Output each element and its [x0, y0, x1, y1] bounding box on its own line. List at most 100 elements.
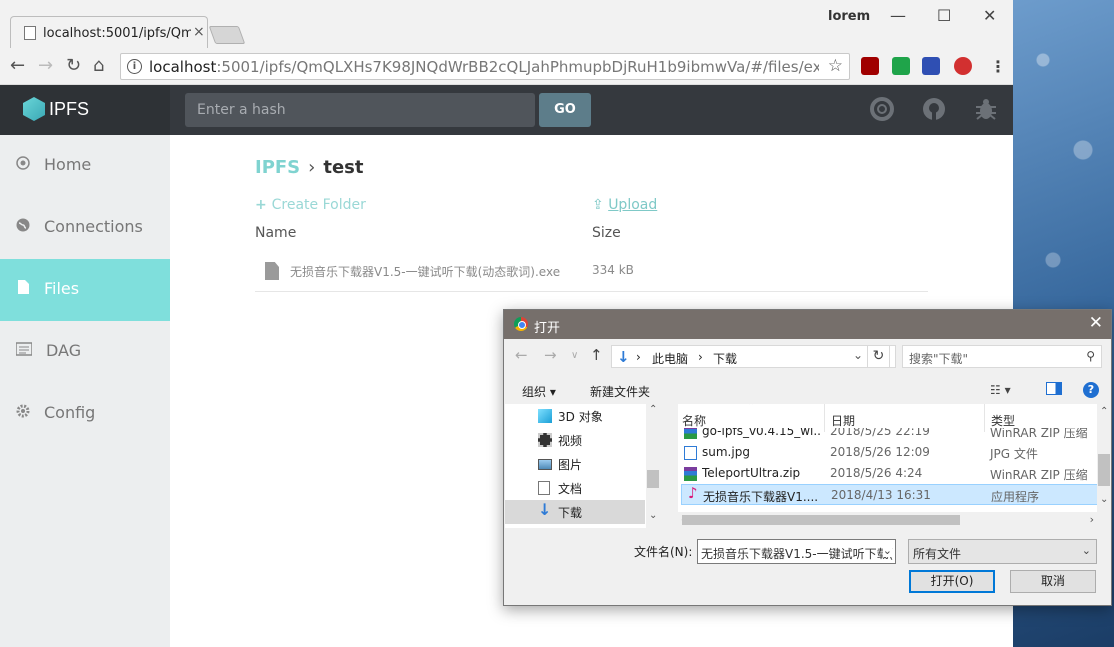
browser-tab[interactable]: localhost:5001/ipfs/Qm × — [10, 16, 208, 48]
scroll-right-icon[interactable]: › — [1090, 513, 1094, 526]
minimize-button[interactable]: — — [890, 6, 906, 25]
table-row[interactable]: 无损音乐下载器V1.5-一键试听下载(动态歌词).exe 334 kB — [255, 250, 928, 292]
chevron-down-icon[interactable]: ⌄ — [853, 348, 863, 362]
breadcrumb-root[interactable]: IPFS — [255, 157, 300, 178]
ipfs-logo[interactable]: IPFS — [0, 85, 170, 135]
preview-pane-icon[interactable] — [1046, 382, 1062, 395]
reload-button[interactable]: ↻ — [66, 55, 81, 76]
file-list-scrollbar[interactable]: ⌃ ⌄ — [1097, 404, 1111, 512]
list-item[interactable]: go-ipfs_v0.4.15_wi... 2018/5/25 22:19 Wi… — [678, 428, 1097, 442]
column-header-name[interactable]: 名称 — [682, 412, 706, 429]
view-menu-button[interactable]: ☷ ▾ — [990, 383, 1011, 397]
bookmark-star-icon[interactable]: ☆ — [828, 56, 843, 76]
forward-button[interactable]: → — [544, 346, 557, 364]
back-button[interactable]: ← — [515, 346, 528, 364]
hash-input[interactable]: Enter a hash — [185, 93, 535, 127]
ipfs-cube-icon — [23, 97, 45, 121]
sidebar-item-dag[interactable]: DAG — [0, 321, 170, 383]
sidebar-item-label: DAG — [46, 341, 82, 360]
globe-icon — [16, 218, 30, 232]
create-folder-button[interactable]: + Create Folder — [255, 197, 366, 213]
eye-icon[interactable] — [954, 57, 972, 75]
filename-input[interactable]: 无损音乐下载器V1.5-一键试听下载( ⌄ — [697, 539, 896, 564]
path-separator: › — [636, 350, 641, 364]
tree-item-3d[interactable]: 3D 对象 — [505, 404, 645, 428]
profile-name[interactable]: lorem — [828, 9, 870, 24]
filetype-select[interactable]: 所有文件 ⌄ — [908, 539, 1097, 564]
support-icon[interactable] — [870, 97, 894, 121]
close-window-button[interactable]: ✕ — [983, 6, 996, 25]
tab-close-icon[interactable]: × — [193, 24, 205, 40]
sidebar-item-home[interactable]: Home — [0, 135, 170, 197]
tree-item-documents[interactable]: 文档 — [505, 476, 645, 500]
scroll-up-icon[interactable]: ⌃ — [1100, 406, 1108, 417]
cancel-button[interactable]: 取消 — [1010, 570, 1096, 593]
back-button[interactable]: ← — [10, 55, 25, 76]
address-bar[interactable]: i localhost:5001/ipfs/QmQLXHs7K98JNQdWrB… — [120, 53, 850, 80]
url-host: localhost — [149, 58, 217, 76]
up-button[interactable]: ↑ — [590, 346, 603, 364]
scrollbar-thumb[interactable] — [647, 470, 659, 488]
browser-titlebar: localhost:5001/ipfs/Qm × lorem — ☐ ✕ — [0, 0, 1013, 48]
tree-item-label: 文档 — [558, 482, 583, 496]
column-header-type[interactable]: 类型 — [991, 412, 1015, 429]
open-button[interactable]: 打开(O) — [909, 570, 995, 593]
file-size: 334 kB — [592, 263, 634, 277]
breadcrumb-separator: › — [308, 157, 316, 178]
sidebar-item-files[interactable]: Files — [0, 259, 170, 321]
home-button[interactable]: ⌂ — [93, 55, 104, 76]
file-date: 2018/4/13 16:31 — [831, 488, 931, 502]
scroll-down-icon[interactable]: ⌄ — [1100, 494, 1108, 505]
github-icon[interactable] — [922, 97, 946, 121]
path-bar[interactable]: ↓ › 此电脑 › 下载 ⌄ — [611, 345, 896, 368]
tree-item-videos[interactable]: 视频 — [505, 428, 645, 452]
document-icon — [538, 481, 550, 495]
path-segment[interactable]: 此电脑 — [652, 350, 688, 367]
tree-item-downloads[interactable]: ↓ 下载 — [505, 500, 645, 524]
navigation-tree: 3D 对象 视频 图片 文档 ↓ 下载 ⌃ ⌄ — [505, 404, 660, 528]
horizontal-scrollbar[interactable]: ‹ › — [678, 512, 1097, 528]
new-folder-button[interactable]: 新建文件夹 — [590, 383, 650, 400]
shield-icon[interactable] — [892, 57, 910, 75]
filetype-value: 所有文件 — [913, 547, 962, 561]
chevron-down-icon[interactable]: ⌄ — [882, 544, 892, 557]
tree-item-pictures[interactable]: 图片 — [505, 452, 645, 476]
scrollbar-thumb[interactable] — [682, 515, 960, 525]
scroll-down-icon[interactable]: ⌄ — [649, 510, 657, 521]
file-list: ⌃ 名称 日期 类型 go-ipfs_v0.4.15_wi... 2018/5/… — [678, 404, 1097, 528]
search-input[interactable]: 搜索"下载" ⚲ — [902, 345, 1102, 368]
plus-icon: + — [255, 197, 272, 213]
filename-label: 文件名(N): — [634, 545, 693, 559]
go-button[interactable]: GO — [539, 93, 591, 127]
refresh-button[interactable]: ↻ — [867, 345, 890, 368]
browser-menu-icon[interactable]: ⋮ — [990, 57, 1006, 76]
list-item[interactable]: TeleportUltra.zip 2018/5/26 4:24 WinRAR … — [678, 463, 1097, 484]
new-tab-button[interactable] — [208, 26, 246, 44]
scrollbar-thumb[interactable] — [1098, 454, 1110, 486]
save-icon[interactable] — [922, 57, 940, 75]
organize-button[interactable]: 组织 ▾ — [522, 383, 556, 400]
file-type: WinRAR ZIP 压缩 — [990, 428, 1088, 440]
list-item[interactable]: sum.jpg 2018/5/26 12:09 JPG 文件 — [678, 442, 1097, 463]
path-segment[interactable]: 下载 — [713, 350, 737, 367]
dialog-close-button[interactable]: ✕ — [1089, 313, 1103, 333]
maximize-button[interactable]: ☐ — [937, 6, 951, 25]
recent-locations-button[interactable]: ∨ — [571, 350, 578, 361]
file-name[interactable]: 无损音乐下载器V1.5-一键试听下载(动态歌词).exe — [290, 263, 560, 280]
create-folder-label: Create Folder — [271, 197, 366, 213]
bug-icon[interactable] — [974, 97, 998, 121]
column-header-date[interactable]: 日期 — [831, 412, 855, 429]
upload-button[interactable]: ⇪ Upload — [592, 197, 657, 213]
sidebar-item-connections[interactable]: Connections — [0, 197, 170, 259]
winrar-icon — [684, 467, 697, 481]
list-item-selected[interactable]: ♪ 无损音乐下载器V1.... 2018/4/13 16:31 应用程序 — [681, 484, 1097, 505]
info-icon[interactable]: i — [127, 59, 142, 74]
help-icon[interactable]: ? — [1083, 382, 1099, 398]
sidebar-item-config[interactable]: Config — [0, 383, 170, 445]
forward-button[interactable]: → — [38, 55, 53, 76]
ipfs-header: IPFS Enter a hash GO — [0, 85, 1013, 135]
scroll-up-icon[interactable]: ⌃ — [649, 404, 657, 415]
ublock-icon[interactable] — [861, 57, 879, 75]
url-text[interactable]: localhost:5001/ipfs/QmQLXHs7K98JNQdWrBB2… — [149, 58, 819, 76]
tree-scrollbar[interactable]: ⌃ ⌄ — [646, 404, 660, 528]
